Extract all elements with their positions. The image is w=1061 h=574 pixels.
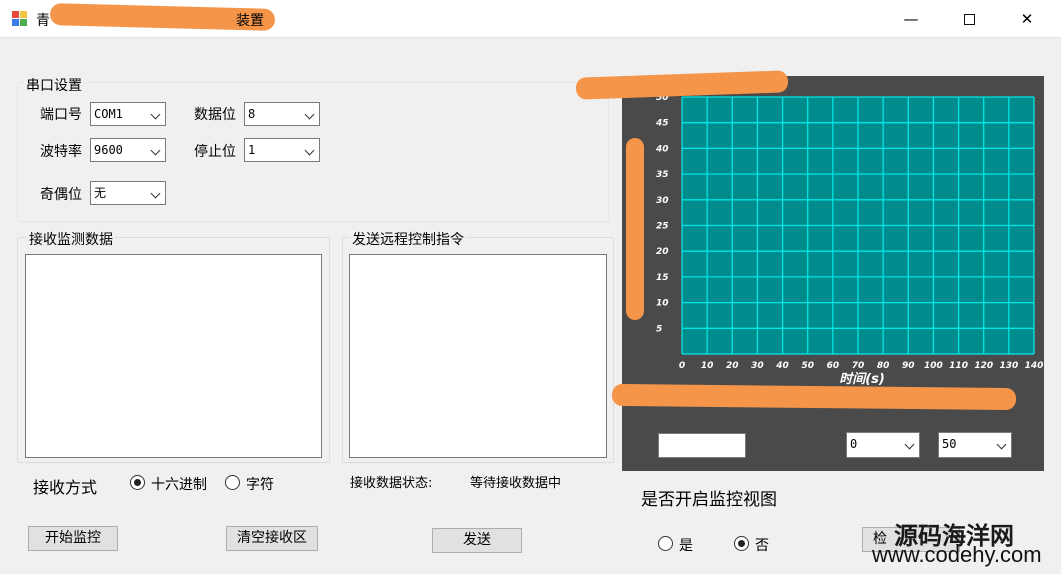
monitor-yes-label: 是 [679, 538, 693, 554]
stopbits-label: 停止位 [194, 144, 236, 160]
window-title-suffix: 装置 [236, 13, 264, 29]
receive-status-value: 等待接收数据中 [470, 476, 562, 491]
y-tick-label: 10 [656, 299, 669, 309]
y-tick-label: 15 [656, 273, 669, 283]
char-radio-label: 字符 [246, 477, 274, 493]
monitor-chart: 0 10 20 30 40 50 60 70 80 90 100 110 120 130 140 5 10 15 2… [655, 93, 1044, 387]
y-tick-label: 5 [656, 324, 662, 334]
x-tick-label: 130 [999, 361, 1018, 371]
monitor-yes-radio[interactable] [658, 536, 673, 551]
range-min-select[interactable]: 0 [846, 432, 920, 458]
close-button[interactable]: ✕ [1004, 0, 1050, 38]
parity-select-value: 无 [94, 186, 107, 200]
threshold-input[interactable] [658, 433, 746, 458]
range-min-value: 0 [850, 437, 858, 451]
window-title: 青 [36, 13, 50, 29]
port-select[interactable]: COM1 [90, 102, 166, 126]
hex-radio[interactable] [130, 475, 145, 490]
receive-status-label: 接收数据状态: [350, 476, 433, 491]
chevron-down-icon [996, 439, 1007, 450]
chevron-down-icon [150, 188, 161, 199]
app-icon [12, 11, 28, 27]
baud-select[interactable]: 9600 [90, 138, 166, 162]
monitor-view-question: 是否开启监控视图 [641, 490, 777, 510]
parity-select[interactable]: 无 [90, 181, 166, 205]
x-tick-label: 0 [679, 361, 685, 371]
maximize-icon [963, 14, 975, 25]
baud-label: 波特率 [40, 144, 82, 160]
chevron-down-icon [304, 145, 315, 156]
y-tick-label: 20 [656, 247, 669, 257]
port-select-value: COM1 [94, 107, 123, 121]
receive-mode-label: 接收方式 [33, 478, 98, 497]
chevron-down-icon [150, 109, 161, 120]
x-tick-label: 80 [877, 361, 890, 371]
databits-select[interactable]: 8 [244, 102, 320, 126]
databits-select-value: 8 [248, 107, 256, 121]
char-radio[interactable] [225, 475, 240, 490]
x-tick-label: 70 [852, 361, 865, 371]
monitor-no-radio[interactable] [734, 536, 749, 551]
maximize-button[interactable] [946, 0, 992, 38]
x-tick-label: 30 [751, 361, 764, 371]
send-button[interactable]: 发送 [432, 528, 522, 553]
databits-label: 数据位 [194, 107, 236, 123]
y-tick-label: 40 [655, 144, 669, 154]
x-tick-label: 40 [775, 361, 789, 371]
caption-redaction [611, 383, 1017, 411]
parity-label: 奇偶位 [40, 187, 82, 203]
baud-select-value: 9600 [94, 143, 123, 157]
title-bar: 青 装置 — ✕ [0, 0, 1061, 38]
x-tick-label: 110 [949, 361, 968, 371]
x-tick-label: 90 [902, 361, 915, 371]
x-tick-label: 120 [974, 361, 993, 371]
x-axis-label: 时间(s) [839, 371, 885, 387]
x-tick-label: 20 [726, 361, 739, 371]
chevron-down-icon [304, 109, 315, 120]
chart-panel: 0 10 20 30 40 50 60 70 80 90 100 110 120 130 140 5 10 15 2… [622, 76, 1044, 471]
receive-textarea[interactable] [25, 254, 322, 458]
serial-settings-title: 串口设置 [24, 75, 84, 95]
stopbits-select[interactable]: 1 [244, 138, 320, 162]
receive-group-title: 接收监测数据 [27, 229, 115, 249]
y-tick-label: 30 [656, 196, 669, 206]
minimize-button[interactable]: — [888, 0, 934, 38]
monitor-no-label: 否 [755, 538, 769, 554]
x-tick-label: 140 [1025, 361, 1044, 371]
stopbits-select-value: 1 [248, 143, 256, 157]
chevron-down-icon [150, 145, 161, 156]
y-tick-label: 45 [655, 119, 669, 129]
send-group-title: 发送远程控制指令 [350, 229, 466, 249]
chevron-down-icon [904, 439, 915, 450]
y-label-redaction [626, 138, 644, 320]
hex-radio-label: 十六进制 [151, 477, 207, 493]
watermark-url: www.codehy.com [872, 542, 1042, 567]
x-tick-label: 10 [701, 361, 714, 371]
start-monitor-button[interactable]: 开始监控 [28, 526, 118, 551]
port-label: 端口号 [40, 107, 82, 123]
x-tick-label: 60 [827, 361, 840, 371]
y-tick-label: 35 [656, 170, 669, 180]
send-textarea[interactable] [349, 254, 607, 458]
range-max-value: 50 [942, 437, 957, 451]
x-tick-label: 50 [801, 361, 814, 371]
range-max-select[interactable]: 50 [938, 432, 1012, 458]
x-tick-label: 100 [924, 361, 943, 371]
clear-receive-button[interactable]: 清空接收区 [226, 526, 318, 551]
y-tick-label: 25 [656, 222, 669, 232]
